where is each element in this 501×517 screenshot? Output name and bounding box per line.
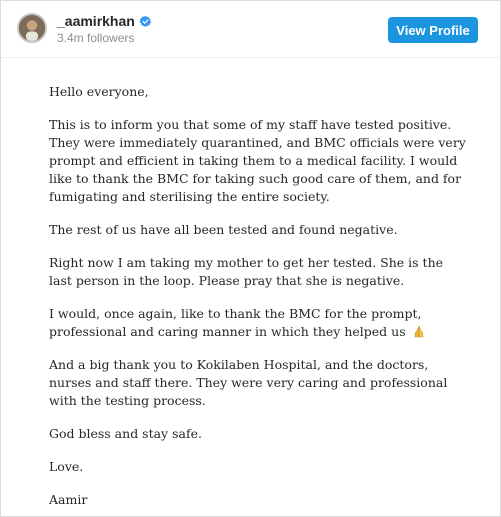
avatar[interactable] [17, 13, 47, 43]
paragraph-negative-results: The rest of us have all been tested and … [49, 222, 398, 237]
folded-hands-icon [412, 325, 426, 338]
paragraph-staff-positive: This is to inform you that some of my st… [49, 117, 466, 204]
post-header: _aamirkhan 3.4m followers View Profile [1, 1, 500, 57]
post-caption: Hello everyone, This is to inform you th… [49, 83, 469, 516]
paragraph-kokilaben: And a big thank you to Kokilaben Hospita… [49, 357, 448, 408]
paragraph-mother-test: Right now I am taking my mother to get h… [49, 255, 444, 288]
closing-love: Love. [49, 459, 84, 474]
signature: Aamir [49, 492, 88, 507]
paragraph-thank-bmc: I would, once again, like to thank the B… [49, 305, 469, 341]
username[interactable]: _aamirkhan [57, 13, 135, 29]
closing-blessing: God bless and stay safe. [49, 426, 202, 441]
paragraph-thank-bmc-text: I would, once again, like to thank the B… [49, 306, 422, 339]
instagram-embed-card: _aamirkhan 3.4m followers View Profile H… [0, 0, 501, 517]
username-row: _aamirkhan [57, 13, 152, 29]
view-profile-button[interactable]: View Profile [388, 17, 478, 43]
header-divider [1, 57, 500, 58]
follower-count: 3.4m followers [57, 31, 135, 45]
verified-badge-icon [139, 15, 152, 28]
greeting-text: Hello everyone, [49, 84, 149, 99]
